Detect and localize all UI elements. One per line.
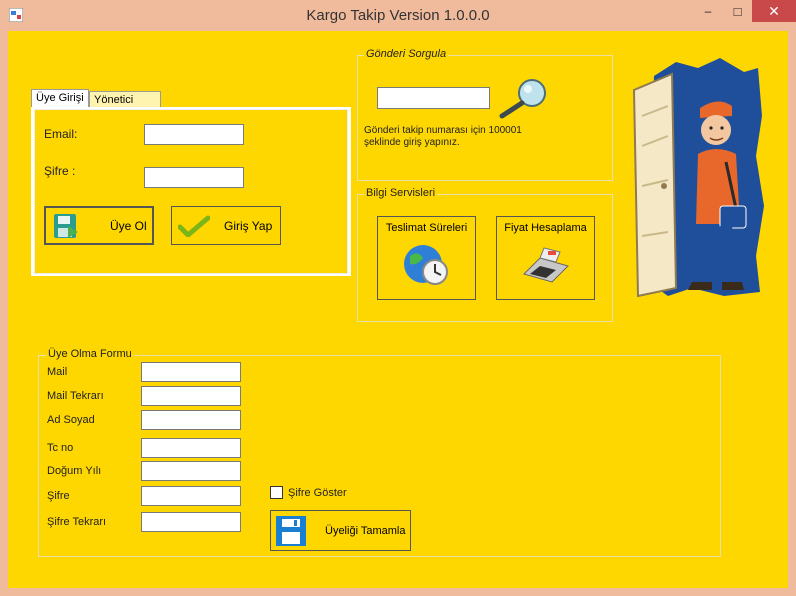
window-title: Kargo Takip Version 1.0.0.0: [306, 7, 490, 24]
password-repeat-label: Şifre Tekrarı: [47, 516, 107, 528]
email-label: Email:: [44, 127, 78, 141]
magnifier-icon[interactable]: [496, 76, 552, 120]
login-button-label: Giriş Yap: [224, 218, 273, 233]
price-calculation-button[interactable]: Fiyat Hesaplama: [496, 216, 595, 300]
password-field[interactable]: [144, 167, 244, 188]
tracking-number-input[interactable]: [377, 87, 490, 109]
complete-signup-label: Üyeliği Tamamla: [325, 524, 406, 537]
login-button[interactable]: Giriş Yap: [171, 206, 281, 245]
title-bar: Kargo Takip Version 1.0.0.0 – □ ✕: [0, 0, 796, 31]
show-password-label: Şifre Göster: [288, 487, 347, 499]
tab-admin-login[interactable]: Yönetici Girişi: [89, 91, 161, 123]
show-password-checkbox[interactable]: [270, 486, 283, 499]
password-repeat-input[interactable]: [141, 512, 241, 532]
save-icon: [54, 213, 78, 238]
info-services-title: Bilgi Servisleri: [364, 187, 438, 199]
globe-clock-icon: [403, 245, 448, 285]
signup-password-input[interactable]: [141, 486, 241, 506]
maximize-button[interactable]: □: [723, 0, 752, 22]
signup-form-title: Üye Olma Formu: [46, 348, 134, 360]
shipment-query-title: Gönderi Sorgula: [364, 48, 449, 60]
delivery-times-button[interactable]: Teslimat Süreleri: [377, 216, 476, 300]
password-label: Şifre :: [44, 164, 76, 178]
mail-input[interactable]: [141, 362, 241, 382]
floppy-disk-icon: [276, 515, 306, 546]
full-name-label: Ad Soyad: [47, 414, 95, 426]
mail-label: Mail: [47, 366, 68, 378]
tc-number-input[interactable]: [141, 438, 241, 458]
tracking-hint: Gönderi takip numarası için 100001 şekli…: [364, 125, 604, 149]
mail-repeat-label: Mail Tekrarı: [47, 390, 104, 402]
email-field[interactable]: [144, 124, 244, 145]
tc-number-label: Tc no: [47, 442, 74, 454]
tab-member-login[interactable]: Üye Girişi: [31, 89, 89, 108]
cash-register-icon: [522, 247, 569, 283]
close-button[interactable]: ✕: [752, 0, 796, 22]
checkmark-icon: [178, 215, 210, 237]
birth-year-input[interactable]: [141, 461, 241, 481]
tracking-hint-line2: şeklinde giriş yapınız.: [364, 137, 460, 148]
full-name-input[interactable]: [141, 410, 241, 430]
register-button-label: Üye Ol: [110, 218, 147, 233]
tracking-hint-line1: Gönderi takip numarası için 100001: [364, 125, 522, 136]
minimize-button[interactable]: –: [693, 0, 723, 22]
signup-password-label: Şifre: [47, 490, 70, 502]
complete-signup-button[interactable]: Üyeliği Tamamla: [270, 510, 411, 551]
price-calculation-label: Fiyat Hesaplama: [504, 222, 587, 234]
birth-year-label: Doğum Yılı: [47, 465, 102, 477]
mail-repeat-input[interactable]: [141, 386, 241, 406]
shipment-query-group: [357, 55, 613, 181]
courier-illustration: [632, 58, 764, 298]
register-button[interactable]: Üye Ol: [44, 206, 154, 245]
delivery-times-label: Teslimat Süreleri: [385, 222, 468, 234]
